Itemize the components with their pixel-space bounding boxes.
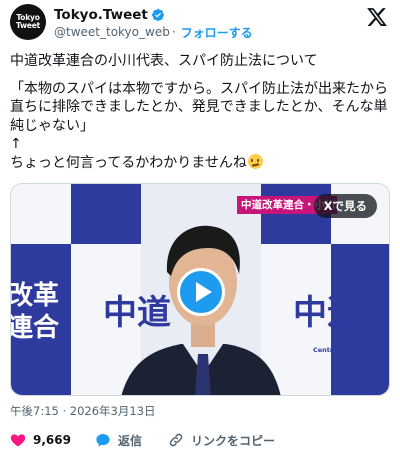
thinking-face-emoji-icon (247, 153, 263, 169)
action-bar: 9,669 返信 リンクをコピー (10, 430, 275, 450)
handle[interactable]: @tweet_tokyo_web (54, 25, 170, 39)
reply-label: 返信 (117, 433, 142, 448)
watch-on-x-button[interactable]: Xで見る (313, 194, 377, 218)
backdrop-text-left-1: 改革 (11, 280, 59, 311)
handle-row: @tweet_tokyo_web · フォローする (54, 24, 253, 40)
like-count: 9,669 (33, 433, 71, 447)
separator: · (171, 25, 176, 39)
backdrop-sub-text: Centrist Reform Allia (313, 346, 390, 354)
tweet-text-line1: 中道改革連合の小川代表、スパイ防止法について (10, 53, 318, 69)
backdrop-text-left-2: 連合 (11, 312, 60, 343)
reply-button[interactable]: 返信 (95, 432, 142, 449)
tweet-text: 中道改革連合の小川代表、スパイ防止法について 「本物のスパイは本物ですから。スパ… (10, 52, 392, 172)
copy-link-label: リンクをコピー (190, 433, 275, 448)
tweet-text-quote: 「本物のスパイは本物ですから。スパイ防止法が出来たから直ちに排除できましたとか、… (10, 80, 392, 173)
copy-link-button[interactable]: リンクをコピー (168, 432, 275, 449)
avatar[interactable]: Tokyo Tweet (10, 4, 46, 40)
reply-bubble-icon (96, 434, 110, 447)
avatar-text-line2: Tweet (16, 21, 40, 30)
x-logo-icon[interactable] (366, 6, 388, 28)
video-player[interactable]: 改革 連合 中道 中道改 Centrist Reform Allia 中道改革連… (10, 183, 390, 396)
tweet-header: Tokyo Tweet Tokyo.Tweet @tweet_tokyo_web… (10, 4, 390, 44)
follow-button[interactable]: フォローする (181, 24, 253, 41)
display-name[interactable]: Tokyo.Tweet (54, 7, 148, 23)
name-row: Tokyo.Tweet (54, 6, 165, 24)
tweet-timestamp[interactable]: 午後7:15 · 2026年3月13日 (10, 403, 156, 419)
play-icon[interactable] (177, 268, 225, 316)
tweet-text-body: 「本物のスパイは本物ですから。スパイ防止法が出来たから直ちに排除できましたとか、… (10, 80, 388, 171)
backdrop-text-right: 中道改 (293, 293, 390, 333)
heart-icon (10, 434, 26, 447)
like-button[interactable]: 9,669 (10, 432, 71, 448)
link-icon (169, 433, 183, 447)
verified-badge-icon (151, 9, 164, 21)
backdrop-text-center: 中道 (103, 293, 171, 333)
